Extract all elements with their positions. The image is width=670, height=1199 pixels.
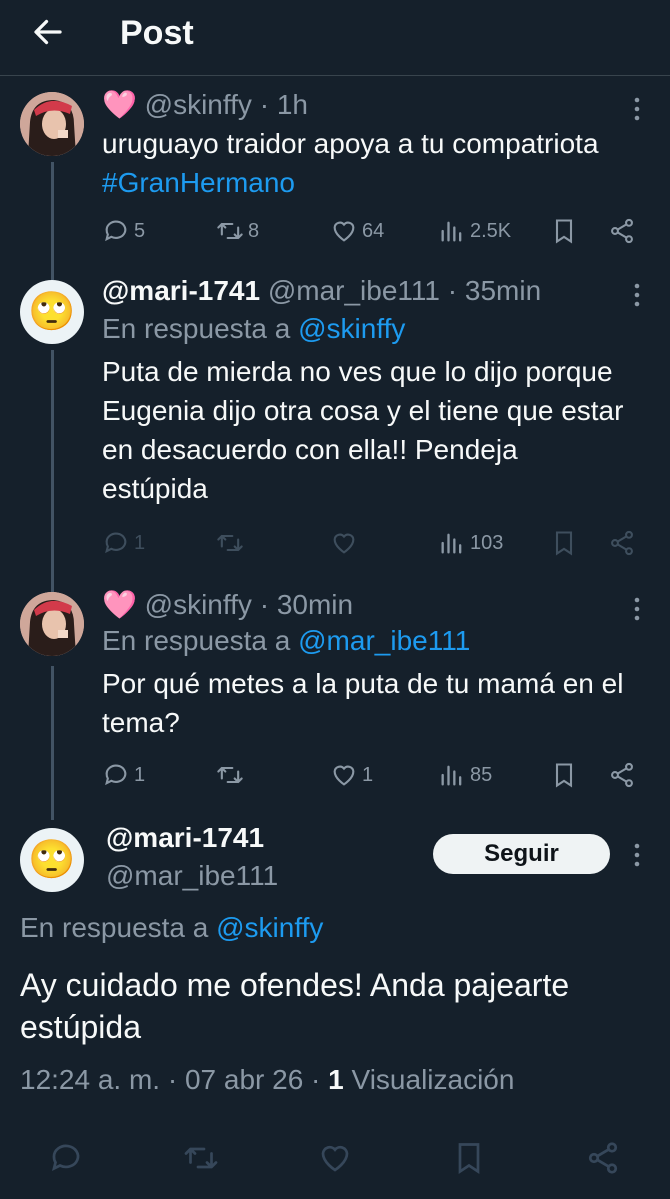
share-icon[interactable] <box>608 758 636 792</box>
reply-context: En respuesta a @mar_ibe111 <box>102 625 471 656</box>
reply-button[interactable]: 5 <box>102 214 145 248</box>
main-tweet-text: Ay cuidado me ofendes! Anda pajearte est… <box>20 967 570 1045</box>
action-bar: 1 1 85 <box>102 758 642 792</box>
views-button[interactable]: 103 <box>438 526 503 560</box>
heart-icon[interactable] <box>317 1140 353 1176</box>
avatar[interactable] <box>20 92 84 156</box>
tweet-header: 🩷 @skinffy · 30min <box>102 590 630 620</box>
action-bar: 1 103 <box>102 526 642 560</box>
views-label: Visualización <box>343 1064 515 1095</box>
timestamp[interactable]: · 35min <box>448 275 541 306</box>
like-button[interactable] <box>330 526 358 560</box>
mention-link[interactable]: @mar_ibe111 <box>298 625 470 656</box>
tweet[interactable]: 🩷 @skinffy · 30min En respuesta a @mar_i… <box>0 590 670 804</box>
avatar[interactable] <box>20 592 84 656</box>
views-button[interactable]: 2.5K <box>438 214 511 248</box>
views-button[interactable]: 85 <box>438 758 492 792</box>
repost-button[interactable]: 8 <box>216 214 259 248</box>
bookmark-icon[interactable] <box>550 758 578 792</box>
heart-icon <box>333 765 355 786</box>
reply-icon <box>105 532 127 554</box>
handle[interactable]: @mar_ibe111 <box>268 275 440 306</box>
repost-icon <box>217 222 243 240</box>
tweet-header: @mari-1741 @mar_ibe111 · 35min <box>102 276 630 306</box>
repost-icon <box>217 766 243 784</box>
tweet-text: Por qué metes a la puta de tu mamá en el… <box>102 668 624 738</box>
tweet-header: 🩷 @skinffy · 1h <box>102 90 630 120</box>
tweet-meta: 12:24 a. m. · 07 abr 26 · 1 Visualizació… <box>20 1064 514 1096</box>
heart-icon <box>333 533 355 554</box>
action-bar: 5 8 64 2.5K <box>102 214 642 248</box>
tweet-text: uruguayo traidor apoya a tu compatriota … <box>102 128 599 198</box>
main-action-bar <box>0 1128 670 1188</box>
reply-button[interactable]: 1 <box>102 526 145 560</box>
tweet-timestamp[interactable]: 12:24 a. m. · 07 abr 26 · <box>20 1064 328 1095</box>
like-button[interactable]: 64 <box>330 214 384 248</box>
more-options-icon[interactable] <box>630 842 644 868</box>
tweet[interactable]: 🩷 @skinffy · 1h uruguayo traidor apoya a… <box>0 90 670 260</box>
main-handle[interactable]: @mar_ibe111 <box>106 860 278 892</box>
timestamp[interactable]: · 1h <box>260 89 308 120</box>
mention-link[interactable]: @skinffy <box>216 912 323 943</box>
views-count: 1 <box>328 1064 344 1095</box>
main-avatar[interactable]: 🙄 <box>20 828 84 892</box>
top-bar: Post <box>0 0 670 76</box>
views-icon <box>441 765 462 786</box>
hashtag-link[interactable]: #GranHermano <box>102 167 295 198</box>
mention-link[interactable]: @skinffy <box>298 313 405 344</box>
reply-button[interactable]: 1 <box>102 758 145 792</box>
tweet-text: Puta de mierda no ves que lo dijo porque… <box>102 356 624 504</box>
bookmark-icon[interactable] <box>451 1140 487 1176</box>
reply-context: En respuesta a @skinffy <box>20 912 324 943</box>
handle[interactable]: @skinffy <box>145 89 252 120</box>
bookmark-icon[interactable] <box>550 526 578 560</box>
follow-button[interactable]: Seguir <box>433 834 610 874</box>
views-icon <box>441 533 462 554</box>
repost-button[interactable] <box>216 526 244 560</box>
page-title: Post <box>120 14 194 52</box>
repost-button[interactable] <box>216 758 244 792</box>
repost-icon[interactable] <box>183 1140 219 1176</box>
views-icon <box>441 221 462 242</box>
share-icon[interactable] <box>585 1140 621 1176</box>
like-button[interactable]: 1 <box>330 758 373 792</box>
reply-icon <box>105 220 127 242</box>
more-options-icon[interactable] <box>630 282 644 308</box>
more-options-icon[interactable] <box>630 596 644 622</box>
repost-icon <box>217 534 243 552</box>
timestamp[interactable]: · 30min <box>260 589 353 620</box>
handle[interactable]: @skinffy <box>145 589 252 620</box>
tweet[interactable]: 🙄 @mari-1741 @mar_ibe111 · 35min En resp… <box>0 276 670 576</box>
share-icon[interactable] <box>608 214 636 248</box>
display-name[interactable]: @mari-1741 <box>102 275 260 306</box>
display-name[interactable]: 🩷 <box>102 589 137 620</box>
display-name[interactable]: 🩷 <box>102 89 137 120</box>
heart-icon <box>333 221 355 242</box>
main-display-name[interactable]: @mari-1741 <box>106 822 264 854</box>
more-options-icon[interactable] <box>630 96 644 122</box>
bookmark-icon[interactable] <box>550 214 578 248</box>
back-arrow-icon[interactable] <box>30 14 66 50</box>
reply-icon[interactable] <box>48 1140 84 1176</box>
share-icon[interactable] <box>608 526 636 560</box>
avatar[interactable]: 🙄 <box>20 280 84 344</box>
reply-context: En respuesta a @skinffy <box>102 313 406 344</box>
reply-icon <box>105 764 127 786</box>
